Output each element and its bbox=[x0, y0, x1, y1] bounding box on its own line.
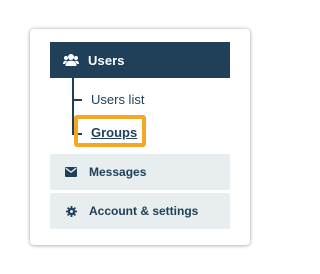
users-submenu: Users list Groups bbox=[50, 78, 230, 154]
nav-item-messages[interactable]: Messages bbox=[50, 154, 230, 190]
nav-item-users[interactable]: Users bbox=[50, 42, 230, 78]
sidebar-nav: Users Users list Groups Messages Account… bbox=[50, 42, 230, 232]
gear-icon bbox=[64, 204, 78, 218]
nav-item-users-label: Users bbox=[88, 52, 125, 68]
nav-item-account-settings-label: Account & settings bbox=[89, 204, 199, 218]
submenu-item-groups[interactable]: Groups bbox=[91, 125, 137, 140]
nav-item-messages-label: Messages bbox=[89, 165, 147, 179]
navigation-card: Users Users list Groups Messages Account… bbox=[30, 29, 250, 245]
nav-item-account-settings[interactable]: Account & settings bbox=[50, 193, 230, 229]
users-icon bbox=[63, 52, 79, 68]
envelope-icon bbox=[64, 165, 78, 179]
submenu-item-users-list[interactable]: Users list bbox=[91, 92, 144, 107]
tree-connector-users-list bbox=[72, 99, 82, 101]
